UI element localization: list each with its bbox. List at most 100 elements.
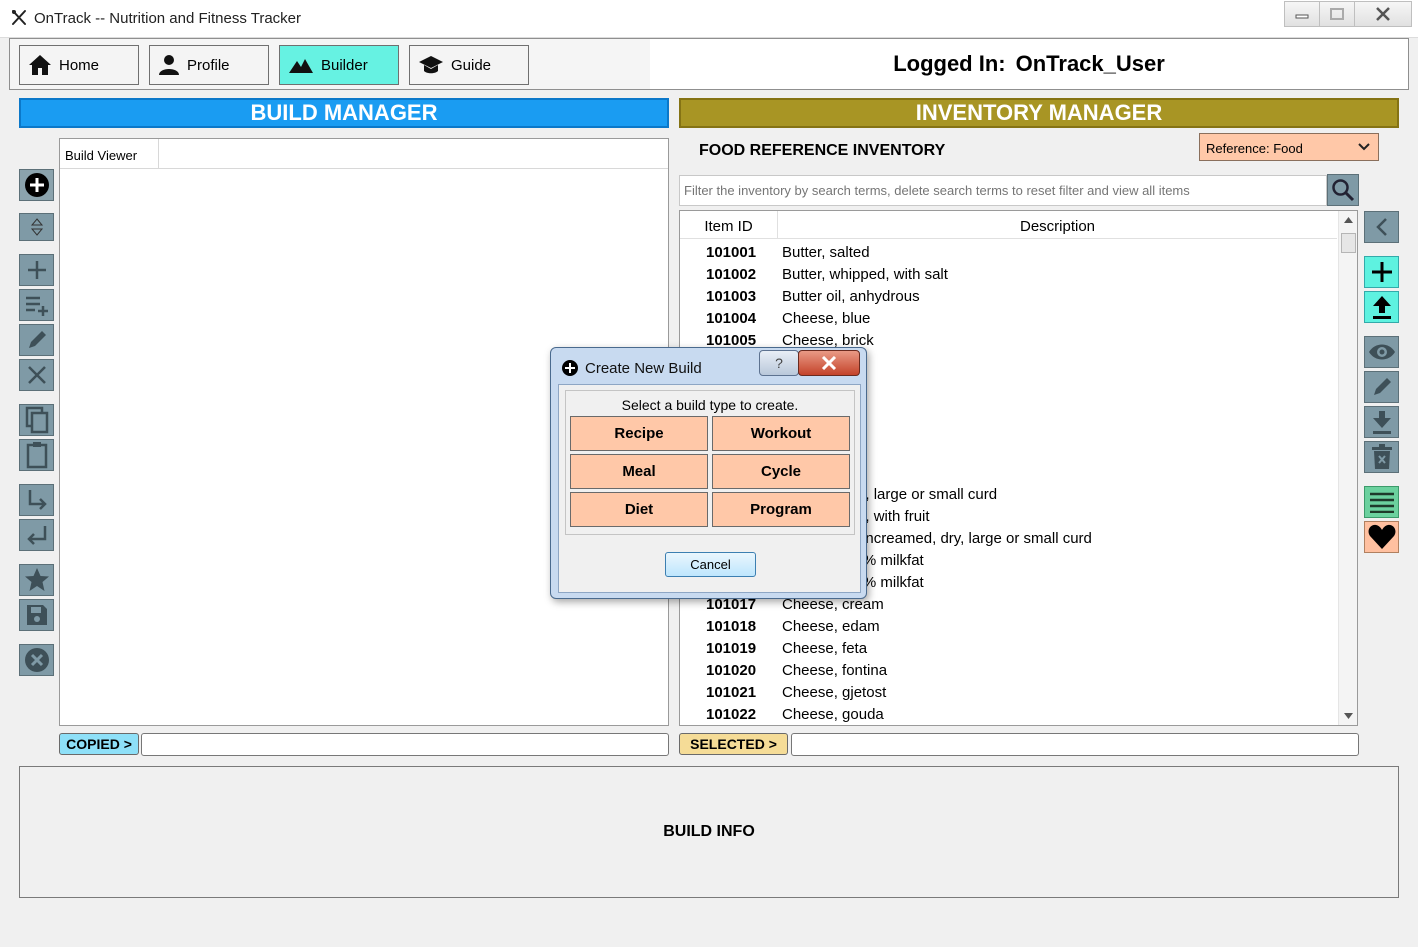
description-cell: Cheese, blue [782, 310, 871, 327]
maximize-icon [1330, 8, 1344, 20]
move-down-button[interactable] [19, 484, 54, 516]
save-floppy-icon [26, 605, 47, 625]
item-id-cell: 101002 [706, 266, 757, 283]
meal-button[interactable]: Meal [570, 454, 708, 489]
close-window-button[interactable] [1354, 1, 1412, 27]
add-inventory-button[interactable] [1364, 256, 1399, 288]
minimize-button[interactable] [1284, 1, 1320, 27]
add-circle-icon [24, 173, 49, 197]
edit-inventory-button[interactable] [1364, 371, 1399, 403]
table-row[interactable]: 101021 Cheese, gjetost [680, 682, 1337, 704]
favorite-button[interactable] [19, 564, 54, 596]
cycle-button[interactable]: Cycle [712, 454, 850, 489]
scroll-down-icon[interactable] [1344, 713, 1353, 719]
cancel-build-button[interactable] [19, 644, 54, 676]
workout-button[interactable]: Workout [712, 416, 850, 451]
build-type-group: Select a build type to create. Recipe Wo… [565, 390, 855, 535]
fork-knife-icon [12, 10, 26, 25]
trash-icon [1371, 444, 1392, 469]
build-info-label: BUILD INFO [663, 823, 755, 840]
inventory-title: FOOD REFERENCE INVENTORY [699, 142, 946, 159]
table-row[interactable]: 101018 Cheese, edam [680, 616, 1337, 638]
add-list-button[interactable] [19, 289, 54, 321]
description-cell: Butter oil, anhydrous [782, 288, 920, 305]
user-icon [159, 55, 179, 75]
description-cell: Cheese, fontina [782, 662, 888, 679]
edit-button[interactable] [19, 324, 54, 356]
diet-button[interactable]: Diet [570, 492, 708, 527]
dialog-help-button[interactable]: ? [759, 350, 799, 376]
selected-field [791, 733, 1359, 756]
dialog-body: Select a build type to create. Recipe Wo… [558, 384, 861, 593]
table-row[interactable]: 101002 Butter, whipped, with salt [680, 264, 1337, 286]
maximize-button[interactable] [1319, 1, 1355, 27]
create-build-button[interactable] [19, 169, 54, 201]
reference-select[interactable]: Reference: Food [1199, 133, 1379, 161]
table-row[interactable]: 101020 Cheese, fontina [680, 660, 1337, 682]
table-row[interactable]: 101022 Cheese, gouda [680, 704, 1337, 725]
description-cell: Cheese, edam [782, 618, 880, 635]
recipe-button[interactable]: Recipe [570, 416, 708, 451]
view-button[interactable] [1364, 336, 1399, 368]
table-row[interactable]: 101004 Cheese, blue [680, 308, 1337, 330]
edit-pencil-icon [1373, 378, 1391, 395]
table-row[interactable]: 101003 Butter oil, anhydrous [680, 286, 1337, 308]
column-header-description[interactable]: Description [778, 211, 1337, 239]
close-icon [821, 356, 837, 370]
favorites-button[interactable] [1364, 521, 1399, 553]
cancel-button[interactable]: Cancel [665, 552, 756, 577]
scroll-up-icon[interactable] [1344, 217, 1353, 223]
inventory-manager-header: INVENTORY MANAGER [679, 98, 1399, 128]
collapse-panel-button[interactable] [1364, 211, 1399, 243]
login-user: OnTrack_User [1015, 51, 1165, 76]
column-header-item-id[interactable]: Item ID [680, 211, 778, 239]
vertical-scrollbar[interactable] [1338, 211, 1357, 725]
description-cell: Cheese, gjetost [782, 684, 887, 701]
save-button[interactable] [19, 599, 54, 631]
description-cell: Cheese, feta [782, 640, 868, 657]
list-icon [1369, 492, 1394, 513]
plus-icon [1371, 262, 1392, 282]
add-item-button[interactable] [19, 254, 54, 286]
item-id-cell: 101018 [706, 618, 757, 635]
download-button[interactable] [1364, 406, 1399, 438]
copied-field [141, 733, 669, 756]
nav-profile-button[interactable]: Profile [149, 45, 269, 85]
delete-button[interactable] [19, 359, 54, 391]
nav-guide-label: Guide [451, 56, 492, 74]
dialog-prompt: Select a build type to create. [621, 397, 799, 413]
item-id-cell: 101003 [706, 288, 757, 305]
paste-button[interactable] [19, 439, 54, 471]
nav-guide-button[interactable]: Guide [409, 45, 529, 85]
plus-icon [27, 261, 46, 279]
home-icon [29, 55, 51, 75]
search-icon [1332, 179, 1355, 202]
nav-builder-button[interactable]: Builder [279, 45, 399, 85]
paste-clipboard-icon [26, 442, 47, 469]
trash-button[interactable] [1364, 441, 1399, 473]
dialog-close-button[interactable] [798, 350, 860, 376]
upload-icon [1372, 296, 1391, 319]
copied-label: COPIED > [59, 733, 139, 755]
scrollbar-thumb[interactable] [1341, 233, 1356, 253]
dialog-title: Create New Build [585, 360, 702, 377]
search-button[interactable] [1327, 174, 1359, 206]
table-row[interactable]: 101019 Cheese, feta [680, 638, 1337, 660]
list-view-button[interactable] [1364, 486, 1399, 518]
selected-label: SELECTED > [679, 733, 788, 755]
close-icon [1376, 7, 1390, 21]
return-button[interactable] [19, 519, 54, 551]
copy-button[interactable] [19, 404, 54, 436]
delete-x-icon [27, 366, 46, 384]
add-list-icon [25, 296, 48, 316]
build-viewer-column[interactable]: Build Viewer [60, 139, 159, 168]
table-row[interactable]: 101001 Butter, salted [680, 242, 1337, 264]
expand-collapse-button[interactable] [19, 213, 54, 241]
upload-button[interactable] [1364, 291, 1399, 323]
program-button[interactable]: Program [712, 492, 850, 527]
item-id-cell: 101022 [706, 706, 757, 723]
inventory-search-input[interactable] [679, 175, 1327, 206]
nav-home-button[interactable]: Home [19, 45, 139, 85]
item-id-cell: 101004 [706, 310, 757, 327]
download-icon [1372, 411, 1391, 434]
